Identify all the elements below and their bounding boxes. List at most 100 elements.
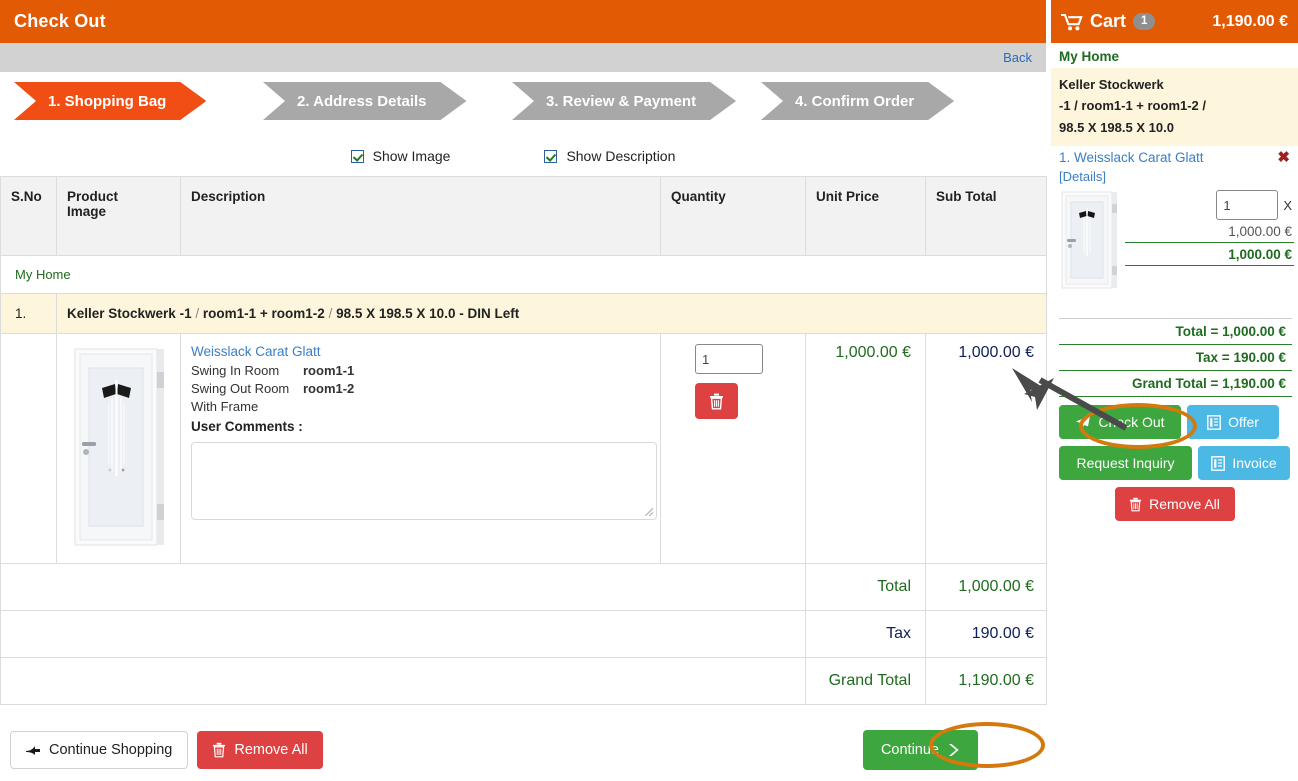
attr-swing-in-value: room1-1 <box>303 363 355 378</box>
cart-product-dims: 98.5 X 198.5 X 10.0 <box>1059 119 1174 135</box>
header-description: Description <box>180 176 661 256</box>
trash-icon <box>710 393 723 409</box>
product-link[interactable]: Weisslack Carat Glatt <box>191 344 650 359</box>
step-review-payment[interactable]: 3. Review & Payment <box>512 82 736 120</box>
show-image-label: Show Image <box>372 148 451 164</box>
group-caption: My Home <box>0 255 1047 294</box>
header-product-line2: Image <box>67 204 107 219</box>
step-shopping-bag-label: 1. Shopping Bag <box>48 92 167 110</box>
unit-price-value: 1,000.00 € <box>805 333 926 564</box>
document-icon <box>1207 414 1221 430</box>
cart-product-spec: -1 / room1-1 + room1-2 / <box>1059 98 1207 114</box>
table-group-caption-row: My Home <box>0 255 1047 294</box>
tax-spacer <box>0 610 806 658</box>
step-shopping-bag[interactable]: 1. Shopping Bag <box>14 82 206 120</box>
cart-item-body: X 1,000.00 € 1,000.00 € <box>1051 184 1298 291</box>
cart-details-link[interactable]: [Details] <box>1059 169 1106 184</box>
attr-with-frame: With Frame <box>191 399 259 414</box>
cart-item-link[interactable]: 1. Weisslack Carat Glatt <box>1059 150 1204 165</box>
user-comments-textarea[interactable] <box>191 442 657 520</box>
cart-remove-all-label: Remove All <box>1149 496 1220 513</box>
show-image-toggle[interactable]: Show Image <box>350 148 451 164</box>
total-value: 1,000.00 € <box>925 563 1047 611</box>
checkbox-icon[interactable] <box>544 149 558 163</box>
cart-grand-total-row: Grand Total = 1,190.00 € <box>1132 376 1286 392</box>
remove-all-label: Remove All <box>234 742 308 758</box>
continue-shopping-label: Continue Shopping <box>49 742 173 758</box>
remove-all-button[interactable]: Remove All <box>197 731 323 769</box>
cart-button-row-2: Request Inquiry Invoice <box>1059 446 1290 481</box>
cart-request-inquiry-button[interactable]: Request Inquiry <box>1059 446 1192 481</box>
group-row-name: Keller Stockwerk <box>67 306 176 321</box>
cart-remove-all-button[interactable]: Remove All <box>1114 487 1235 522</box>
cart-check-out-label: Check Out <box>1098 414 1165 431</box>
cart-unit-price: 1,000.00 € <box>1228 224 1292 240</box>
attr-swing-out: Swing Out Room room1-2 <box>191 381 650 396</box>
divider <box>1125 265 1294 267</box>
back-link[interactable]: Back <box>1003 50 1032 65</box>
cart-action-buttons: Check Out Offer Request Inquiry Invoice … <box>1051 397 1298 522</box>
header-sno: S.No <box>0 176 57 256</box>
group-row-rooms: room1-1 + room1-2 <box>202 306 325 321</box>
grand-total-spacer <box>0 657 806 705</box>
checkbox-icon[interactable] <box>350 149 364 163</box>
table-header-row: S.No Product Image Description Quantity … <box>0 176 1047 256</box>
separator: / <box>195 306 200 321</box>
trash-icon <box>213 742 226 758</box>
group-row-floor: -1 <box>179 306 192 321</box>
cart-quantity-row: X <box>1125 190 1294 221</box>
cart-line-total: 1,000.00 € <box>1228 247 1292 263</box>
trash-icon <box>1129 497 1142 512</box>
user-comments-label: User Comments : <box>191 419 303 434</box>
cart-item-pricing: X 1,000.00 € 1,000.00 € <box>1125 190 1294 290</box>
separator: / <box>328 306 333 321</box>
cart-tax-row: Tax = 190.00 € <box>1195 350 1286 366</box>
cart-request-inquiry-label: Request Inquiry <box>1076 455 1175 472</box>
attr-swing-out-value: room1-2 <box>303 381 355 396</box>
cart-header: Cart 1 1,190.00 € <box>1051 0 1298 43</box>
continue-shopping-button[interactable]: Continue Shopping <box>10 731 189 769</box>
cart-thumbnail-wrapper <box>1059 190 1121 291</box>
cart-offer-button[interactable]: Offer <box>1187 405 1279 440</box>
checkout-steps: 1. Shopping Bag 2. Address Details 3. Re… <box>0 82 1046 138</box>
table-group-row: 1. Keller Stockwerk -1 / room1-1 + room1… <box>0 293 1047 334</box>
cart-button-row-3: Remove All <box>1059 487 1290 522</box>
table-row: Weisslack Carat Glatt Swing In Room room… <box>0 333 1047 564</box>
show-description-toggle[interactable]: Show Description <box>544 148 675 164</box>
cart-button-row-1: Check Out Offer <box>1059 405 1290 440</box>
delete-item-button[interactable] <box>695 383 738 419</box>
cart-item-line: 1. Weisslack Carat Glatt ✖ <box>1051 146 1298 165</box>
continue-label: Continue <box>880 742 939 758</box>
quantity-cell <box>660 333 806 564</box>
group-row-sno: 1. <box>0 293 57 334</box>
cart-check-out-button[interactable]: Check Out <box>1059 405 1181 440</box>
group-row-dimensions: 98.5 X 198.5 X 10.0 <box>336 306 456 321</box>
step-address-details[interactable]: 2. Address Details <box>263 82 467 120</box>
quantity-input[interactable] <box>695 344 763 374</box>
page-header: Check Out <box>0 0 1046 43</box>
group-row-variant: - DIN Left <box>459 306 520 321</box>
cart-multiply-sign: X <box>1283 197 1292 213</box>
attr-swing-out-key: Swing Out Room <box>191 381 290 396</box>
cart-quantity-input[interactable] <box>1216 190 1279 221</box>
grand-total-label: Grand Total <box>805 657 926 705</box>
continue-button[interactable]: Continue <box>862 730 978 770</box>
header-product-image: Product Image <box>56 176 181 256</box>
arrow-right-icon <box>26 746 40 755</box>
attr-swing-in-key: Swing In Room <box>191 363 280 378</box>
checkout-main-panel: Check Out Back 1. Shopping Bag 2. Addres… <box>0 0 1047 781</box>
step-address-details-label: 2. Address Details <box>297 92 427 110</box>
tax-value: 190.00 € <box>925 610 1047 658</box>
paper-plane-icon <box>1076 416 1091 429</box>
footer-actions: Continue Shopping Remove All Continue <box>0 722 1046 778</box>
cart-product-name: Keller Stockwerk <box>1059 77 1164 92</box>
step-confirm-order-label: 4. Confirm Order <box>795 92 915 110</box>
tax-label: Tax <box>805 610 926 658</box>
cart-remove-item-icon[interactable]: ✖ <box>1277 150 1290 165</box>
chevron-right-icon <box>949 744 959 756</box>
cart-invoice-button[interactable]: Invoice <box>1198 446 1290 481</box>
door-product-image <box>68 346 169 548</box>
total-spacer <box>0 563 806 611</box>
document-icon <box>1211 455 1226 471</box>
step-confirm-order[interactable]: 4. Confirm Order <box>761 82 954 120</box>
